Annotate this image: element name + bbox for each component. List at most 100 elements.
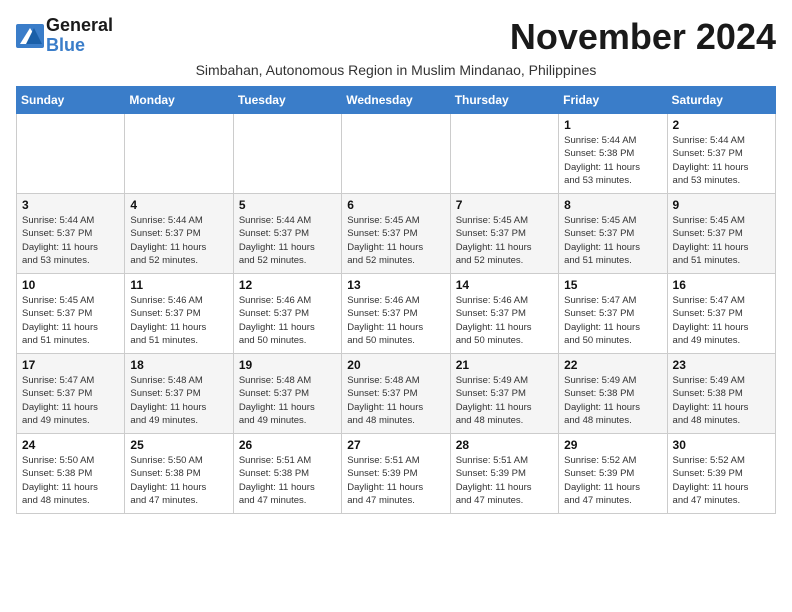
calendar-cell: 20 Sunrise: 5:48 AM Sunset: 5:37 PM Dayli…: [342, 354, 450, 434]
day-number: 16: [673, 278, 770, 292]
day-number: 11: [130, 278, 227, 292]
day-info: Sunrise: 5:50 AM Sunset: 5:38 PM Dayligh…: [130, 454, 227, 507]
day-number: 25: [130, 438, 227, 452]
day-info: Sunrise: 5:49 AM Sunset: 5:38 PM Dayligh…: [673, 374, 770, 427]
calendar-cell: 25 Sunrise: 5:50 AM Sunset: 5:38 PM Dayli…: [125, 434, 233, 514]
calendar-cell: [125, 114, 233, 194]
day-info: Sunrise: 5:47 AM Sunset: 5:37 PM Dayligh…: [564, 294, 661, 347]
calendar-cell: 23 Sunrise: 5:49 AM Sunset: 5:38 PM Dayli…: [667, 354, 775, 434]
calendar-cell: 17 Sunrise: 5:47 AM Sunset: 5:37 PM Dayli…: [17, 354, 125, 434]
day-info: Sunrise: 5:48 AM Sunset: 5:37 PM Dayligh…: [239, 374, 336, 427]
day-number: 10: [22, 278, 119, 292]
day-number: 18: [130, 358, 227, 372]
day-number: 8: [564, 198, 661, 212]
calendar-week-3: 10 Sunrise: 5:45 AM Sunset: 5:37 PM Dayli…: [17, 274, 776, 354]
day-number: 27: [347, 438, 444, 452]
calendar-cell: 14 Sunrise: 5:46 AM Sunset: 5:37 PM Dayli…: [450, 274, 558, 354]
day-number: 24: [22, 438, 119, 452]
day-info: Sunrise: 5:47 AM Sunset: 5:37 PM Dayligh…: [22, 374, 119, 427]
calendar-cell: 13 Sunrise: 5:46 AM Sunset: 5:37 PM Dayli…: [342, 274, 450, 354]
day-header-sunday: Sunday: [17, 87, 125, 114]
day-number: 17: [22, 358, 119, 372]
day-info: Sunrise: 5:51 AM Sunset: 5:38 PM Dayligh…: [239, 454, 336, 507]
calendar-cell: 19Sunrise: 5:48 AM Sunset: 5:37 PM Dayli…: [233, 354, 341, 434]
day-number: 2: [673, 118, 770, 132]
day-info: Sunrise: 5:51 AM Sunset: 5:39 PM Dayligh…: [456, 454, 553, 507]
calendar-cell: 26 Sunrise: 5:51 AM Sunset: 5:38 PM Dayli…: [233, 434, 341, 514]
day-info: Sunrise: 5:45 AM Sunset: 5:37 PM Dayligh…: [564, 214, 661, 267]
day-info: Sunrise: 5:46 AM Sunset: 5:37 PM Dayligh…: [130, 294, 227, 347]
day-info: Sunrise: 5:45 AM Sunset: 5:37 PM Dayligh…: [22, 294, 119, 347]
day-info: Sunrise: 5:52 AM Sunset: 5:39 PM Dayligh…: [673, 454, 770, 507]
day-header-friday: Friday: [559, 87, 667, 114]
day-number: 6: [347, 198, 444, 212]
day-info: Sunrise: 5:44 AM Sunset: 5:37 PM Dayligh…: [130, 214, 227, 267]
day-number: 23: [673, 358, 770, 372]
calendar-header-row: SundayMondayTuesdayWednesdayThursdayFrid…: [17, 87, 776, 114]
calendar-table: SundayMondayTuesdayWednesdayThursdayFrid…: [16, 86, 776, 514]
day-number: 26: [239, 438, 336, 452]
day-number: 12: [239, 278, 336, 292]
day-info: Sunrise: 5:50 AM Sunset: 5:38 PM Dayligh…: [22, 454, 119, 507]
day-info: Sunrise: 5:46 AM Sunset: 5:37 PM Dayligh…: [347, 294, 444, 347]
day-number: 29: [564, 438, 661, 452]
calendar-cell: 1 Sunrise: 5:44 AM Sunset: 5:38 PM Daylig…: [559, 114, 667, 194]
day-number: 15: [564, 278, 661, 292]
day-header-wednesday: Wednesday: [342, 87, 450, 114]
calendar-cell: [233, 114, 341, 194]
day-info: Sunrise: 5:44 AM Sunset: 5:38 PM Dayligh…: [564, 134, 661, 187]
logo-line1: General: [46, 16, 113, 36]
calendar-cell: 28 Sunrise: 5:51 AM Sunset: 5:39 PM Dayli…: [450, 434, 558, 514]
day-info: Sunrise: 5:49 AM Sunset: 5:37 PM Dayligh…: [456, 374, 553, 427]
calendar-cell: 24 Sunrise: 5:50 AM Sunset: 5:38 PM Dayli…: [17, 434, 125, 514]
day-info: Sunrise: 5:48 AM Sunset: 5:37 PM Dayligh…: [347, 374, 444, 427]
day-info: Sunrise: 5:45 AM Sunset: 5:37 PM Dayligh…: [456, 214, 553, 267]
day-number: 30: [673, 438, 770, 452]
calendar-cell: 16 Sunrise: 5:47 AM Sunset: 5:37 PM Dayli…: [667, 274, 775, 354]
calendar-cell: 27 Sunrise: 5:51 AM Sunset: 5:39 PM Dayli…: [342, 434, 450, 514]
day-info: Sunrise: 5:48 AM Sunset: 5:37 PM Dayligh…: [130, 374, 227, 427]
day-info: Sunrise: 5:51 AM Sunset: 5:39 PM Dayligh…: [347, 454, 444, 507]
day-number: 1: [564, 118, 661, 132]
calendar-cell: [17, 114, 125, 194]
day-info: Sunrise: 5:47 AM Sunset: 5:37 PM Dayligh…: [673, 294, 770, 347]
day-number: 3: [22, 198, 119, 212]
calendar-cell: 3Sunrise: 5:44 AM Sunset: 5:37 PM Daylig…: [17, 194, 125, 274]
day-info: Sunrise: 5:44 AM Sunset: 5:37 PM Dayligh…: [673, 134, 770, 187]
calendar-week-1: 1 Sunrise: 5:44 AM Sunset: 5:38 PM Daylig…: [17, 114, 776, 194]
calendar-cell: 5 Sunrise: 5:44 AM Sunset: 5:37 PM Daylig…: [233, 194, 341, 274]
month-year-title: November 2024: [510, 16, 776, 58]
calendar-cell: 2 Sunrise: 5:44 AM Sunset: 5:37 PM Daylig…: [667, 114, 775, 194]
day-info: Sunrise: 5:46 AM Sunset: 5:37 PM Dayligh…: [239, 294, 336, 347]
logo-line2: Blue: [46, 36, 113, 56]
calendar-cell: 15 Sunrise: 5:47 AM Sunset: 5:37 PM Dayli…: [559, 274, 667, 354]
calendar-cell: 18 Sunrise: 5:48 AM Sunset: 5:37 PM Dayli…: [125, 354, 233, 434]
calendar-week-4: 17 Sunrise: 5:47 AM Sunset: 5:37 PM Dayli…: [17, 354, 776, 434]
location-subtitle: Simbahan, Autonomous Region in Muslim Mi…: [16, 62, 776, 78]
day-number: 14: [456, 278, 553, 292]
calendar-cell: 7 Sunrise: 5:45 AM Sunset: 5:37 PM Daylig…: [450, 194, 558, 274]
day-info: Sunrise: 5:46 AM Sunset: 5:37 PM Dayligh…: [456, 294, 553, 347]
day-number: 20: [347, 358, 444, 372]
calendar-cell: 6 Sunrise: 5:45 AM Sunset: 5:37 PM Daylig…: [342, 194, 450, 274]
calendar-cell: [342, 114, 450, 194]
calendar-week-5: 24 Sunrise: 5:50 AM Sunset: 5:38 PM Dayli…: [17, 434, 776, 514]
calendar-cell: 12 Sunrise: 5:46 AM Sunset: 5:37 PM Dayli…: [233, 274, 341, 354]
calendar-cell: 30 Sunrise: 5:52 AM Sunset: 5:39 PM Dayli…: [667, 434, 775, 514]
day-number: 22: [564, 358, 661, 372]
day-number: 5: [239, 198, 336, 212]
day-number: 7: [456, 198, 553, 212]
day-info: Sunrise: 5:44 AM Sunset: 5:37 PM Dayligh…: [239, 214, 336, 267]
day-number: 28: [456, 438, 553, 452]
day-number: 9: [673, 198, 770, 212]
day-number: 13: [347, 278, 444, 292]
calendar-cell: 11 Sunrise: 5:46 AM Sunset: 5:37 PM Dayli…: [125, 274, 233, 354]
calendar-cell: 29Sunrise: 5:52 AM Sunset: 5:39 PM Dayli…: [559, 434, 667, 514]
calendar-cell: 10 Sunrise: 5:45 AM Sunset: 5:37 PM Dayli…: [17, 274, 125, 354]
day-info: Sunrise: 5:45 AM Sunset: 5:37 PM Dayligh…: [347, 214, 444, 267]
day-info: Sunrise: 5:49 AM Sunset: 5:38 PM Dayligh…: [564, 374, 661, 427]
logo: General Blue: [16, 16, 113, 56]
day-header-monday: Monday: [125, 87, 233, 114]
calendar-cell: 21Sunrise: 5:49 AM Sunset: 5:37 PM Dayli…: [450, 354, 558, 434]
calendar-cell: 9Sunrise: 5:45 AM Sunset: 5:37 PM Daylig…: [667, 194, 775, 274]
